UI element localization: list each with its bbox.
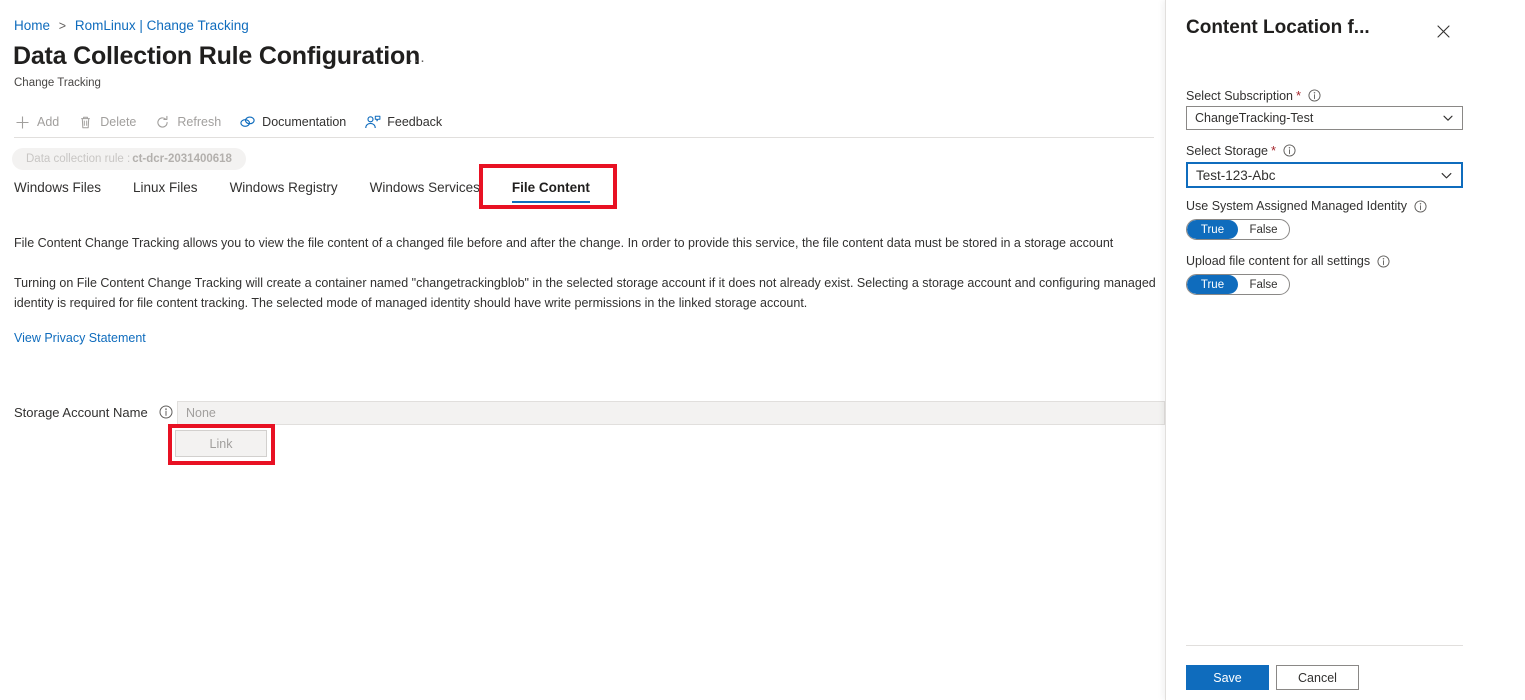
- page-title: Data Collection Rule Configuration: [13, 42, 421, 70]
- content-location-panel: Content Location f... Select Subscriptio…: [1165, 0, 1525, 700]
- page-subtitle: Change Tracking: [14, 77, 101, 89]
- panel-footer-divider: [1186, 645, 1463, 646]
- select-subscription-label: Select Subscription *: [1186, 88, 1321, 103]
- plus-icon: [14, 114, 31, 131]
- upload-file-content-toggle[interactable]: True False: [1186, 274, 1290, 295]
- chevron-down-icon: [1440, 169, 1453, 182]
- tab-windows-files[interactable]: Windows Files: [14, 180, 101, 203]
- managed-identity-toggle-true[interactable]: True: [1187, 220, 1238, 239]
- feedback-icon: [364, 114, 381, 131]
- delete-button-label: Delete: [100, 115, 137, 129]
- trash-icon: [77, 114, 94, 131]
- upload-file-content-toggle-false[interactable]: False: [1238, 275, 1289, 294]
- tab-linux-files[interactable]: Linux Files: [133, 180, 198, 203]
- select-subscription-dropdown[interactable]: ChangeTracking-Test: [1186, 106, 1463, 130]
- feedback-button-label: Feedback: [387, 115, 443, 129]
- data-collection-rule-chip: Data collection rule : ct-dcr-2031400618: [12, 148, 246, 170]
- breadcrumb-separator-icon: >: [58, 19, 67, 33]
- info-icon[interactable]: [1414, 199, 1427, 213]
- tab-windows-services[interactable]: Windows Services: [370, 180, 480, 203]
- main-content-area: Home > RomLinux | Change Tracking Data C…: [0, 0, 1165, 700]
- documentation-icon: [239, 114, 256, 131]
- upload-file-content-toggle-true[interactable]: True: [1187, 275, 1238, 294]
- dcr-chip-value: ct-dcr-2031400618: [132, 153, 232, 165]
- select-storage-value: Test-123-Abc: [1196, 167, 1276, 183]
- add-button-label: Add: [37, 115, 60, 129]
- panel-title: Content Location f...: [1186, 17, 1370, 38]
- info-icon[interactable]: [1308, 89, 1321, 102]
- upload-file-content-label: Upload file content for all settings: [1186, 254, 1390, 268]
- view-privacy-statement-link[interactable]: View Privacy Statement: [14, 331, 146, 345]
- info-icon[interactable]: [159, 405, 173, 419]
- select-subscription-label-text: Select Subscription: [1186, 88, 1294, 103]
- select-subscription-value: ChangeTracking-Test: [1195, 111, 1314, 125]
- refresh-button[interactable]: Refresh: [154, 109, 221, 135]
- breadcrumb: Home > RomLinux | Change Tracking: [14, 18, 249, 33]
- tab-strip: Windows Files Linux Files Windows Regist…: [0, 180, 622, 210]
- documentation-button-label: Documentation: [262, 115, 347, 129]
- file-content-description-paragraph-2: Turning on File Content Change Tracking …: [14, 276, 1156, 310]
- file-content-description-paragraph-1: File Content Change Tracking allows you …: [14, 236, 1114, 250]
- chevron-down-icon: [1442, 112, 1454, 124]
- command-bar: Add Delete Refresh Documentation Feedbac…: [0, 108, 1165, 136]
- storage-account-name-label: Storage Account Name: [14, 405, 148, 420]
- save-button[interactable]: Save: [1186, 665, 1269, 690]
- page-title-more-icon[interactable]: ···: [408, 52, 426, 69]
- info-icon[interactable]: [1283, 144, 1296, 157]
- required-asterisk: *: [1271, 143, 1277, 158]
- select-storage-dropdown[interactable]: Test-123-Abc: [1186, 162, 1463, 188]
- tab-windows-registry[interactable]: Windows Registry: [230, 180, 338, 203]
- required-asterisk: *: [1296, 88, 1302, 103]
- refresh-icon: [154, 114, 171, 131]
- delete-button[interactable]: Delete: [77, 109, 136, 135]
- managed-identity-toggle[interactable]: True False: [1186, 219, 1290, 240]
- link-button[interactable]: Link: [175, 430, 267, 457]
- storage-account-name-input[interactable]: [177, 401, 1165, 425]
- add-button[interactable]: Add: [14, 109, 59, 135]
- select-storage-label-text: Select Storage: [1186, 143, 1268, 158]
- managed-identity-label: Use System Assigned Managed Identity: [1186, 199, 1427, 213]
- command-bar-divider: [14, 137, 1154, 138]
- select-storage-label: Select Storage *: [1186, 143, 1296, 158]
- breadcrumb-item-current[interactable]: RomLinux | Change Tracking: [75, 18, 249, 33]
- breadcrumb-item-home[interactable]: Home: [14, 18, 50, 33]
- documentation-button[interactable]: Documentation: [239, 109, 346, 135]
- tab-file-content[interactable]: File Content: [511, 180, 590, 203]
- managed-identity-label-text: Use System Assigned Managed Identity: [1186, 199, 1407, 213]
- cancel-button[interactable]: Cancel: [1276, 665, 1359, 690]
- managed-identity-toggle-false[interactable]: False: [1238, 220, 1289, 239]
- close-icon[interactable]: [1432, 20, 1454, 42]
- refresh-button-label: Refresh: [177, 115, 222, 129]
- info-icon[interactable]: [1377, 254, 1390, 268]
- upload-file-content-label-text: Upload file content for all settings: [1186, 254, 1371, 268]
- dcr-chip-prefix: Data collection rule :: [26, 153, 131, 165]
- feedback-button[interactable]: Feedback: [364, 109, 442, 135]
